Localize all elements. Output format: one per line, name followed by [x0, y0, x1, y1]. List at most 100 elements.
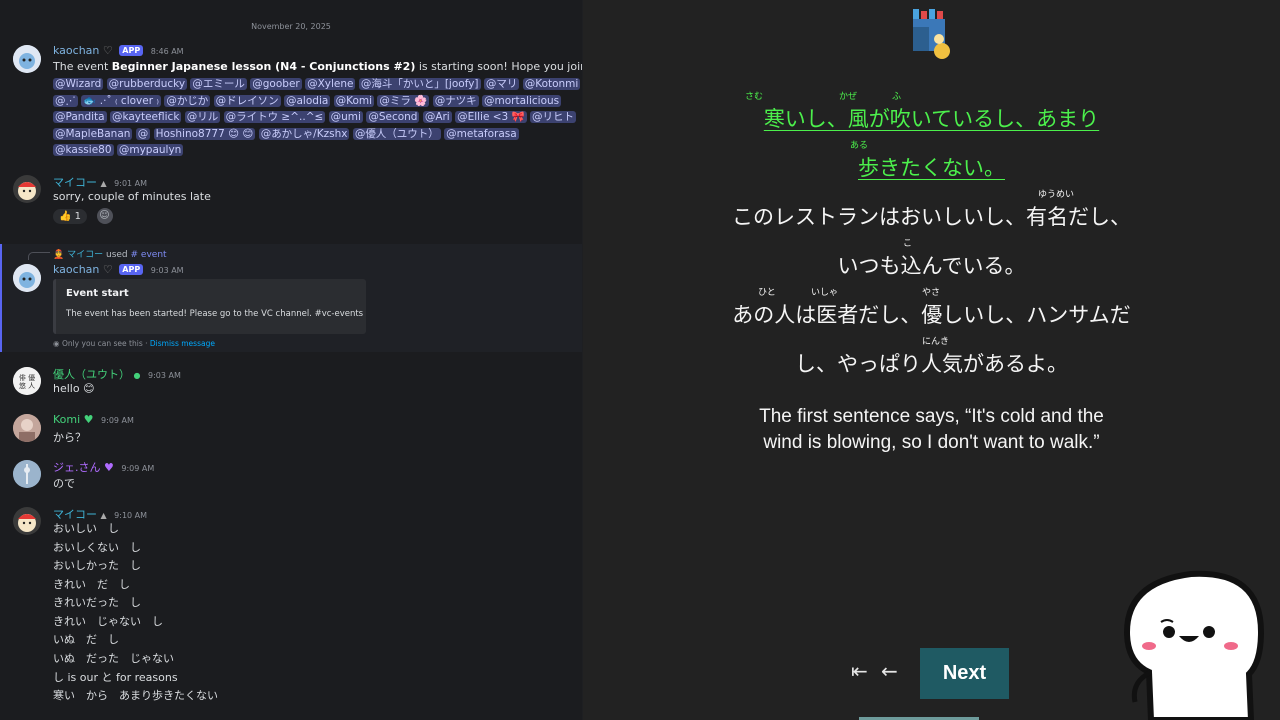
role-icon: ▲ — [100, 179, 107, 188]
avatar[interactable] — [13, 507, 41, 535]
user-mention[interactable]: @ナツキ — [432, 94, 479, 107]
reply-avatar-icon: 👲 — [53, 250, 65, 260]
user-mention[interactable]: @海斗「かいと」[joofy] — [358, 78, 481, 90]
furigana-ko: こ — [903, 239, 913, 249]
message-text: sorry, couple of minutes late — [53, 190, 211, 203]
user-mention[interactable]: @Wizard — [53, 78, 104, 90]
heart-icon: ♡ — [102, 263, 113, 276]
user-mention[interactable]: @Kotonmi — [522, 78, 581, 90]
user-mention[interactable]: @リヒト — [530, 111, 576, 123]
first-slide-icon[interactable]: ⇤ — [851, 659, 868, 683]
sentence-line-2: 歩きたくない。 — [858, 156, 1005, 180]
user-mention[interactable]: @優人（ユウト） — [352, 127, 441, 140]
user-mention[interactable]: @alodia — [284, 94, 331, 107]
message-line: し is our と for reasons — [53, 671, 178, 684]
status-dot-icon: ● — [133, 371, 141, 380]
author-name[interactable]: kaochan — [53, 263, 99, 276]
back-arrow-icon[interactable]: ← — [881, 659, 898, 683]
user-mention[interactable]: Hoshino8777 😊 😊 — [153, 127, 256, 140]
purple-heart-icon: ♥ — [104, 461, 114, 474]
user-mention[interactable]: @ミラ 🌸 — [377, 94, 430, 107]
reaction-row: 👍 1 ☺ — [53, 208, 113, 224]
green-heart-icon: ♥ — [83, 413, 94, 426]
furigana-kaze: かぜ — [839, 92, 858, 102]
message-line: おいしい し — [53, 522, 119, 535]
avatar[interactable] — [13, 175, 41, 203]
user-mention[interactable]: @kassie80 — [53, 144, 114, 156]
app-badge: APP — [119, 264, 144, 275]
lesson-slide: さむ かぜ ふ ある ゆうめい こ ひと いしゃ やさ にんき 寒いし、風が吹い… — [583, 0, 1280, 720]
user-mention[interactable]: @MapleBanan — [53, 127, 133, 140]
user-mention[interactable]: @ — [135, 127, 151, 140]
furigana-yuumei: ゆうめい — [1038, 190, 1075, 200]
user-mention[interactable]: @mortalicious — [482, 94, 562, 107]
next-button[interactable]: Next — [920, 648, 1009, 699]
message-line: 寒い から あまり歩きたくない — [53, 689, 218, 702]
explanation-line-1: The first sentence says, “It's cold and … — [759, 406, 1104, 427]
author-name[interactable]: ジェ.さん — [53, 461, 101, 474]
furigana-fu: ふ — [892, 92, 902, 102]
message-text: から？ — [53, 431, 86, 444]
avatar[interactable]: 俳 優悠 人 — [13, 367, 41, 395]
user-mention[interactable]: @goober — [250, 78, 302, 90]
timestamp: 8:46 AM — [150, 47, 184, 56]
author-name[interactable]: 優人（ユウト） — [53, 368, 130, 381]
explanation-line-2: wind is blowing, so I don't want to walk… — [763, 432, 1100, 453]
heart-icon: ♡ — [102, 44, 113, 57]
event-embed: Event start The event has been started! … — [53, 279, 366, 334]
user-mention[interactable]: @Pandita — [53, 111, 107, 123]
user-mention[interactable]: @あかしゃ/Kzshx — [258, 127, 350, 140]
avatar[interactable] — [13, 264, 41, 292]
avatar[interactable] — [13, 460, 41, 488]
author-name[interactable]: kaochan — [53, 44, 99, 57]
furigana-hito: ひと — [758, 288, 776, 298]
message-line: きれい じゃない し — [53, 615, 163, 628]
sentence-line-1: 寒いし、風が吹いているし、あまり — [763, 107, 1100, 131]
user-mention[interactable]: 🐟 .·˚ ₍ clover ₎ — [81, 94, 161, 107]
user-mention[interactable]: @エミール — [190, 78, 247, 90]
user-mention[interactable]: @Ari — [422, 111, 452, 123]
user-mention[interactable]: @Komi — [333, 94, 375, 107]
avatar[interactable] — [13, 414, 41, 442]
author-name[interactable]: Komi — [53, 413, 80, 426]
user-mention[interactable]: @かじか — [164, 94, 211, 107]
furigana-ninki: にんき — [922, 337, 950, 347]
furigana-aru: ある — [850, 141, 869, 151]
message-line: きれいだった し — [53, 596, 141, 609]
user-mention[interactable]: @Second — [366, 111, 420, 123]
user-mention[interactable]: @Ellie <3 🎀 — [455, 111, 527, 123]
user-mention[interactable]: @ドレイソン — [213, 94, 281, 107]
reply-connector — [28, 252, 50, 260]
dismiss-message-link[interactable]: Dismiss message — [150, 339, 215, 348]
user-mention[interactable]: @リル — [184, 111, 221, 123]
user-mention[interactable]: @umi — [328, 111, 363, 123]
smile-emoji-icon: 😊 — [83, 382, 95, 395]
sentence-line-6: し、やっぱり人気があるよ。 — [795, 352, 1068, 376]
chat-pane: November 20, 2025 kaochan ♡ APP 8:46 AM … — [0, 0, 582, 720]
sentence-line-5: あの人は医者だし、優しいし、ハンサムだ — [732, 303, 1131, 327]
message-text: ので — [53, 477, 75, 490]
timestamp: 9:03 AM — [147, 371, 181, 380]
author-name[interactable]: マイコー — [53, 176, 97, 189]
user-mention[interactable]: @kayteeflick — [109, 111, 182, 123]
reaction-thumbs-up[interactable]: 👍 1 — [53, 209, 88, 224]
avatar[interactable] — [13, 45, 41, 73]
date-divider: November 20, 2025 — [251, 22, 331, 31]
user-mention[interactable]: @mypaulyn — [116, 144, 184, 156]
user-mention[interactable]: @rubberducky — [106, 78, 188, 90]
reply-reference[interactable]: 👲 マイコー used # event — [53, 247, 167, 260]
timestamp: 9:09 AM — [121, 464, 155, 473]
furigana-yasa: やさ — [922, 288, 941, 298]
user-mention[interactable]: @⋰ — [53, 94, 78, 107]
user-mention[interactable]: @ライトウ ≥^..^≤ — [223, 111, 326, 123]
add-reaction-icon[interactable]: ☺ — [96, 208, 113, 224]
user-mention[interactable]: @マリ — [483, 78, 520, 90]
svg-text:俳 優: 俳 優 — [19, 373, 35, 382]
message-text: The event Beginner Japanese lesson (N4 -… — [53, 60, 582, 73]
timestamp: 9:01 AM — [114, 179, 148, 188]
user-mention[interactable]: @metaforasa — [444, 127, 519, 140]
embed-body: The event has been started! Please go to… — [66, 309, 364, 319]
message-line: きれい だ し — [53, 578, 130, 591]
user-mention[interactable]: @Xylene — [305, 78, 356, 90]
furigana-isha: いしゃ — [811, 288, 839, 298]
